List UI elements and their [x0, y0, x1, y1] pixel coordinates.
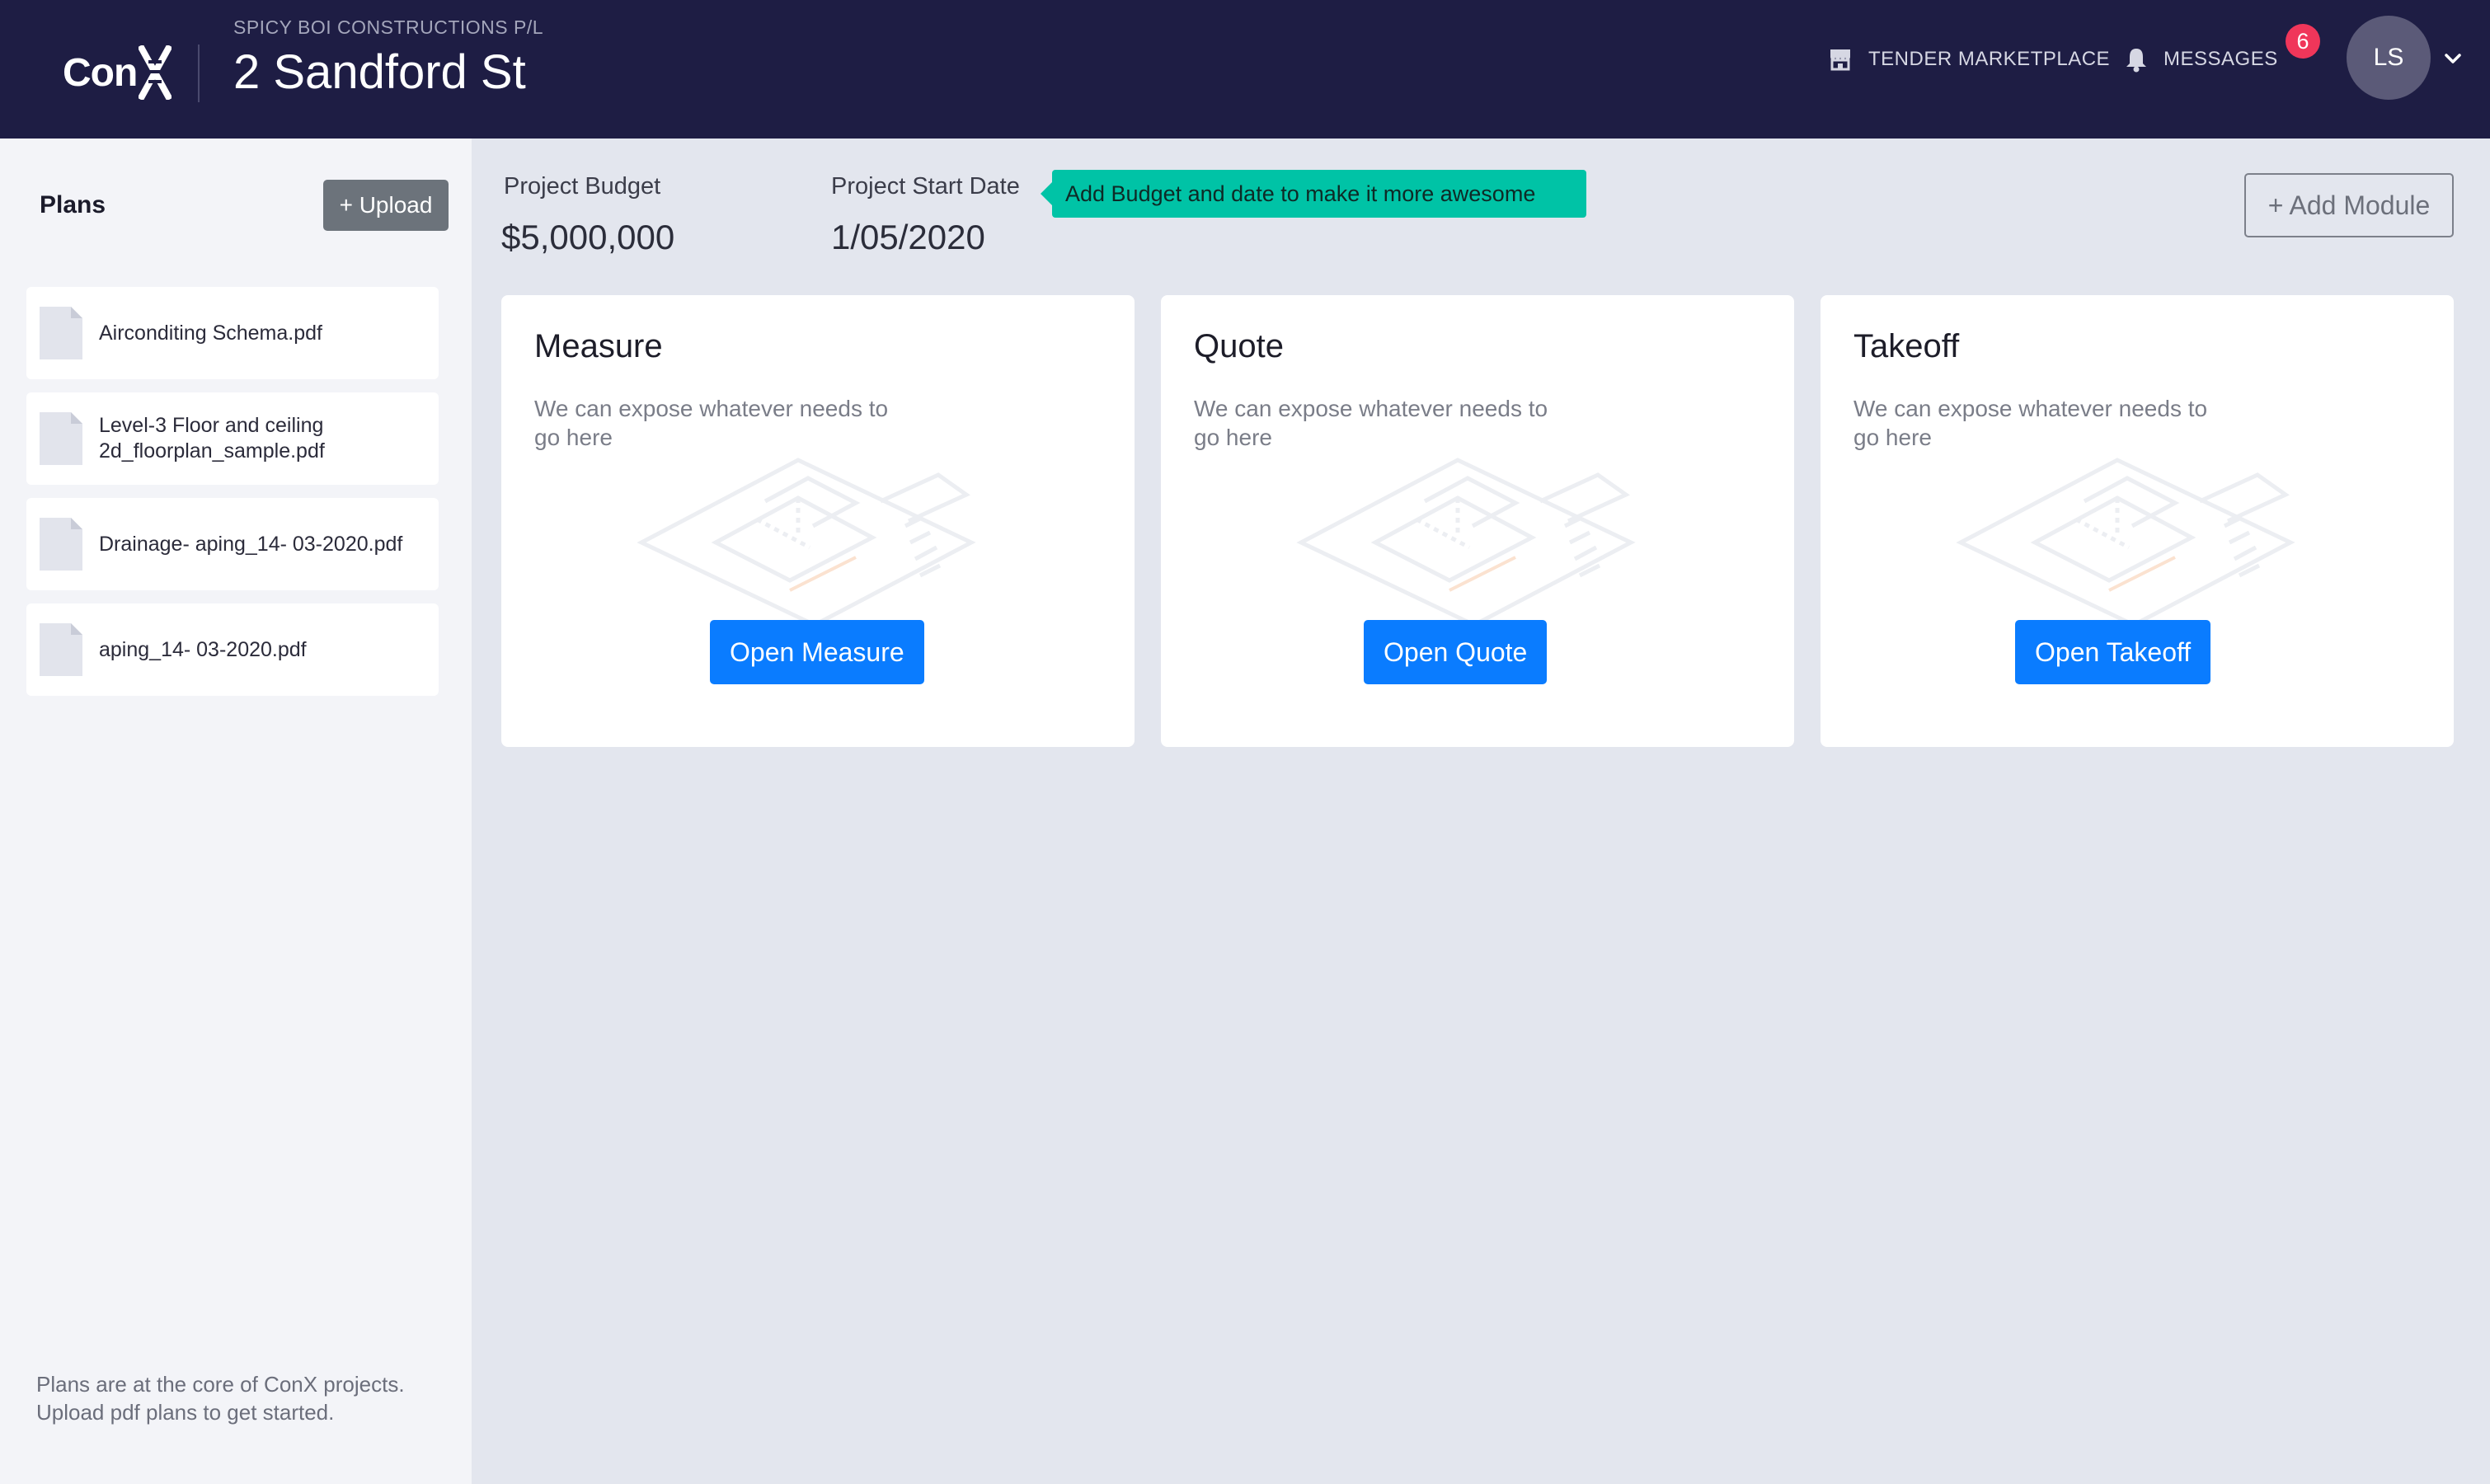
- plan-file-name: Level-3 Floor and ceiling 2d_floorplan_s…: [99, 414, 325, 463]
- chevron-down-icon[interactable]: [2441, 46, 2465, 71]
- module-card-measure: Measure We can expose whatever needs to …: [501, 295, 1135, 747]
- plan-file-item[interactable]: Airconditing Schema.pdf: [26, 287, 439, 379]
- document-icon: [40, 518, 82, 571]
- plan-file-name: Airconditing Schema.pdf: [99, 321, 322, 345]
- module-title: Measure: [534, 328, 663, 364]
- project-budget-value[interactable]: $5,000,000: [501, 218, 674, 257]
- project-title: 2 Sandford St: [233, 45, 526, 99]
- plans-title: Plans: [40, 191, 106, 218]
- add-module-button[interactable]: + Add Module: [2244, 173, 2454, 237]
- plans-sidebar: Plans + Upload Airconditing Schema.pdf L…: [0, 139, 472, 1484]
- upload-button[interactable]: + Upload: [323, 180, 449, 231]
- header-divider: [198, 45, 200, 102]
- module-card-quote: Quote We can expose whatever needs to go…: [1161, 295, 1794, 747]
- conx-logo[interactable]: Con: [63, 43, 172, 102]
- module-card-takeoff: Takeoff We can expose whatever needs to …: [1821, 295, 2454, 747]
- plan-file-name: Drainage- aping_14- 03-2020.pdf: [99, 532, 403, 556]
- document-icon: [40, 307, 82, 359]
- user-avatar[interactable]: LS: [2347, 16, 2431, 100]
- module-title: Quote: [1194, 328, 1284, 364]
- module-description: We can expose whatever needs to go here: [534, 396, 889, 450]
- messages-link[interactable]: MESSAGES: [2124, 41, 2278, 77]
- bell-icon: [2126, 49, 2146, 73]
- blueprint-illustration-icon: [637, 458, 976, 627]
- messages-label: MESSAGES: [2163, 48, 2278, 70]
- blueprint-illustration-icon: [1296, 458, 1636, 627]
- blueprint-illustration-icon: [1956, 458, 2295, 627]
- open-quote-button[interactable]: Open Quote: [1364, 620, 1548, 684]
- budget-tip-tooltip: Add Budget and date to make it more awes…: [1041, 170, 1586, 218]
- project-start-date-value[interactable]: 1/05/2020: [831, 218, 985, 257]
- project-budget-label: Project Budget: [504, 173, 661, 200]
- module-title: Takeoff: [1853, 328, 1960, 364]
- plan-file-item[interactable]: aping_14- 03-2020.pdf: [26, 603, 439, 696]
- tender-marketplace-link[interactable]: TENDER MARKETPLACE: [1827, 41, 2110, 77]
- module-description: We can expose whatever needs to go here: [1194, 396, 1548, 450]
- top-navigation-bar: Con SPICY BOI CONSTRUCTIONS P/L 2 Sandfo…: [0, 0, 2490, 139]
- logo-x-mark: [139, 45, 172, 100]
- document-icon: [40, 623, 82, 676]
- document-icon: [40, 412, 82, 465]
- plan-file-item[interactable]: Level-3 Floor and ceiling 2d_floorplan_s…: [26, 392, 439, 485]
- project-start-date-label: Project Start Date: [831, 173, 1020, 200]
- plan-file-name: aping_14- 03-2020.pdf: [99, 637, 307, 661]
- open-measure-button[interactable]: Open Measure: [710, 620, 924, 684]
- open-takeoff-button[interactable]: Open Takeoff: [2015, 620, 2211, 684]
- plans-help-text: Plans are at the core of ConX projects. …: [36, 1372, 405, 1425]
- company-name: SPICY BOI CONSTRUCTIONS P/L: [233, 16, 544, 38]
- messages-count-badge: 6: [2286, 24, 2320, 59]
- plan-file-item[interactable]: Drainage- aping_14- 03-2020.pdf: [26, 498, 439, 590]
- tender-marketplace-label: TENDER MARKETPLACE: [1868, 48, 2111, 70]
- logo-text: Con: [63, 50, 138, 95]
- module-description: We can expose whatever needs to go here: [1853, 396, 2208, 450]
- storefront-icon: [1830, 49, 1850, 71]
